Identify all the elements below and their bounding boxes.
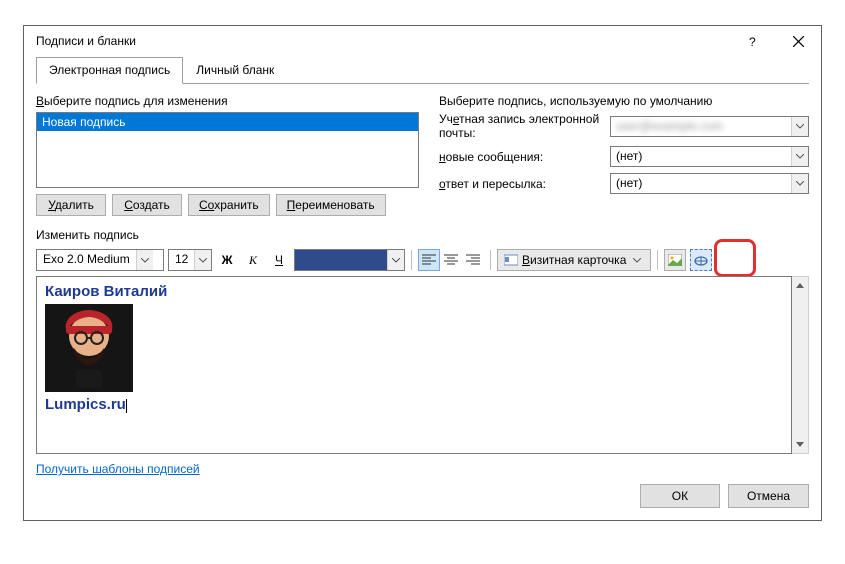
size-combo[interactable]: 12 — [168, 249, 212, 271]
scrollbar[interactable] — [792, 276, 809, 454]
editor-avatar — [45, 304, 133, 392]
toolbar: Exo 2.0 Medium 12 Ж К Ч — [36, 246, 809, 274]
chevron-down-icon — [791, 117, 808, 136]
delete-button[interactable]: Удалить — [36, 194, 106, 216]
signature-item[interactable]: Новая подпись — [37, 113, 418, 131]
align-right-button[interactable] — [462, 249, 484, 271]
templates-link[interactable]: Получить шаблоны подписей — [36, 462, 200, 476]
close-button[interactable] — [776, 26, 821, 56]
insert-link-button[interactable] — [690, 249, 712, 271]
tab-bar: Электронная подпись Личный бланк — [36, 56, 809, 84]
new-button[interactable]: Создать — [112, 194, 182, 216]
account-value: user@example.com — [611, 117, 791, 136]
ok-button[interactable]: ОК — [640, 484, 720, 508]
svg-text:?: ? — [749, 35, 756, 48]
tab-stationery[interactable]: Личный бланк — [183, 57, 287, 84]
edit-sig-label: Изменить подпись — [36, 228, 809, 242]
reply-label: ответ и пересылка: — [439, 177, 604, 191]
titlebar: Подписи и бланки ? — [24, 26, 821, 56]
default-sig-label: Выберите подпись, используемую по умолча… — [439, 94, 809, 108]
new-msg-combo[interactable]: (нет) — [610, 146, 809, 167]
new-msg-value: (нет) — [611, 147, 791, 166]
signature-listbox[interactable]: Новая подпись — [36, 112, 419, 188]
card-icon — [504, 254, 518, 266]
dialog: Подписи и бланки ? Электронная подпись Л… — [23, 25, 822, 521]
separator — [490, 250, 491, 270]
chevron-down-icon — [387, 250, 404, 270]
reply-combo[interactable]: (нет) — [610, 173, 809, 194]
choose-sig-label: Выберите подпись для изменения — [36, 94, 419, 108]
save-button[interactable]: Сохранить — [188, 194, 270, 216]
align-center-button[interactable] — [440, 249, 462, 271]
insert-image-button[interactable] — [664, 249, 686, 271]
font-value: Exo 2.0 Medium — [37, 250, 136, 270]
editor-site: Lumpics.ru — [45, 396, 126, 413]
signature-editor[interactable]: Каиров Виталий Lumpics.ru — [36, 276, 792, 454]
business-card-button[interactable]: Визитная карточка — [497, 249, 651, 271]
scroll-down-icon[interactable] — [792, 436, 808, 453]
color-swatch — [295, 250, 387, 270]
account-combo[interactable]: user@example.com — [610, 116, 809, 137]
font-combo[interactable]: Exo 2.0 Medium — [36, 249, 164, 271]
editor-name: Каиров Виталий — [45, 283, 783, 300]
scroll-track[interactable] — [792, 294, 808, 436]
content: Электронная подпись Личный бланк Выберит… — [24, 56, 821, 520]
help-button[interactable]: ? — [731, 26, 776, 56]
highlight-annotation — [714, 239, 756, 277]
tab-signature[interactable]: Электронная подпись — [36, 57, 183, 84]
cancel-button[interactable]: Отмена — [728, 484, 809, 508]
account-label: Учетная запись электронной почты: — [439, 112, 604, 140]
reply-value: (нет) — [611, 174, 791, 193]
bold-button[interactable]: Ж — [216, 249, 238, 271]
separator — [657, 250, 658, 270]
rename-button[interactable]: Переименовать — [276, 194, 386, 216]
chevron-down-icon — [194, 250, 211, 270]
chevron-down-icon — [630, 258, 644, 263]
chevron-down-icon — [791, 174, 808, 193]
chevron-down-icon — [136, 250, 153, 270]
window-title: Подписи и бланки — [36, 34, 731, 48]
underline-button[interactable]: Ч — [268, 249, 290, 271]
chevron-down-icon — [791, 147, 808, 166]
bizcard-label: Визитная карточка — [522, 253, 626, 267]
new-msg-label: новые сообщения: — [439, 150, 604, 164]
align-left-button[interactable] — [418, 249, 440, 271]
font-color-combo[interactable] — [294, 249, 405, 271]
templates-link-row: Получить шаблоны подписей — [36, 462, 809, 476]
scroll-up-icon[interactable] — [792, 277, 808, 294]
text-cursor — [126, 399, 127, 413]
italic-button[interactable]: К — [242, 249, 264, 271]
size-value: 12 — [169, 250, 194, 270]
separator — [411, 250, 412, 270]
